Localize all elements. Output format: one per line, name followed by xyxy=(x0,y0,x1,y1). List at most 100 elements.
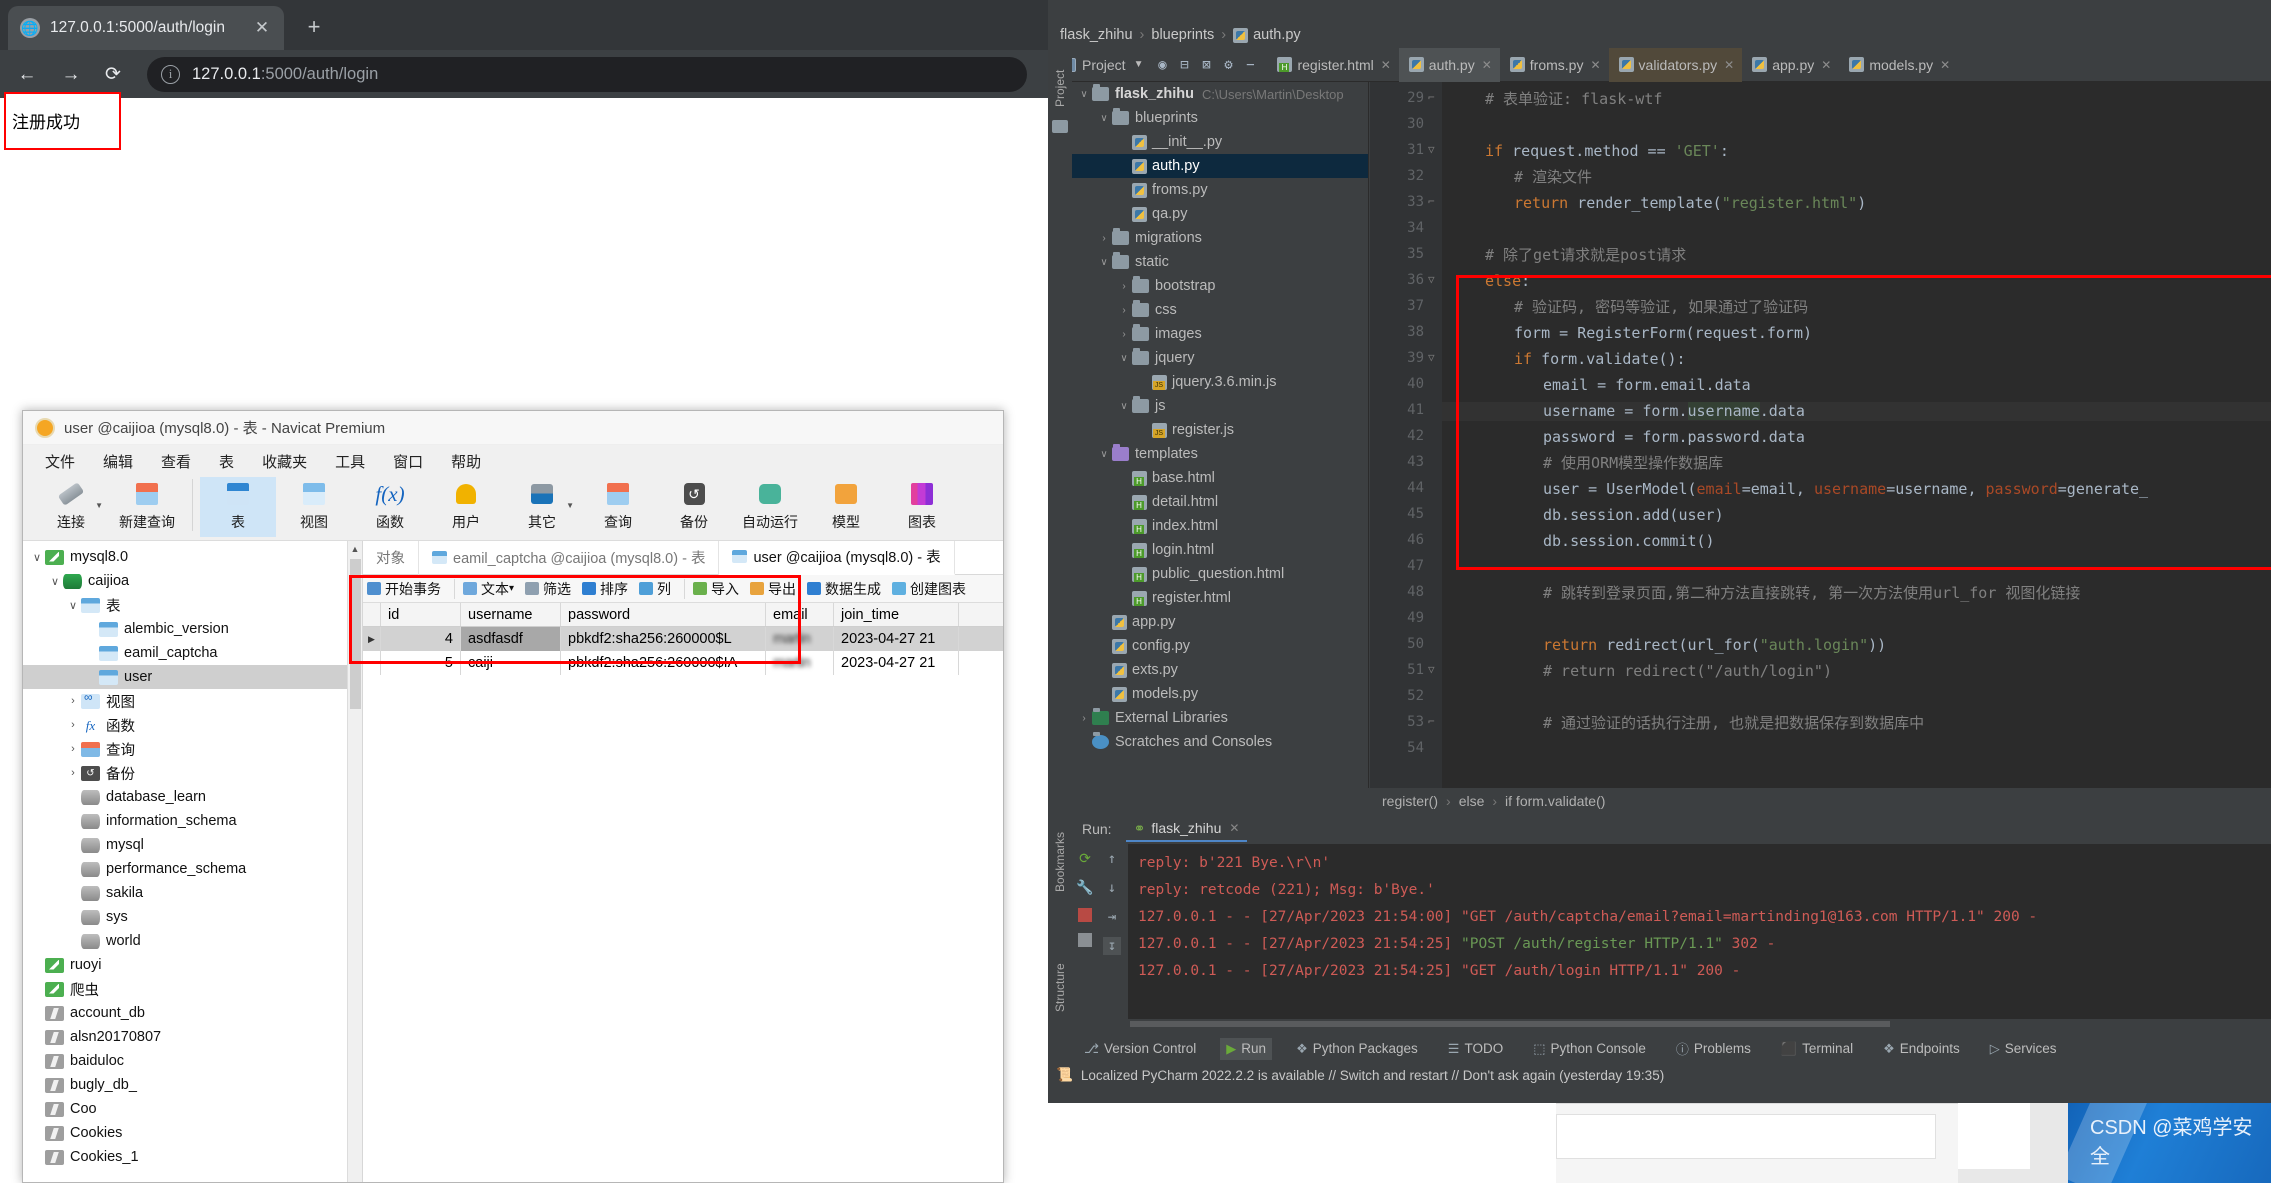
project-strip-label[interactable]: Project xyxy=(1053,47,1067,107)
tree-item-eamil_captcha[interactable]: eamil_captcha xyxy=(23,641,362,665)
chevron-down-icon[interactable]: ▼ xyxy=(1134,59,1144,70)
chevron-right-icon[interactable]: › xyxy=(65,767,81,779)
run-console-hscrollbar[interactable] xyxy=(1128,1019,2271,1028)
project-item-js[interactable]: ∨ js xyxy=(1072,394,1368,418)
tree-item-Coo[interactable]: Coo xyxy=(23,1097,362,1121)
chevron-down-icon[interactable]: ∨ xyxy=(65,599,81,612)
structure-breadcrumb-item[interactable]: if form.validate() xyxy=(1505,793,1605,809)
project-item-register.js[interactable]: register.js xyxy=(1072,418,1368,442)
menu-item-查看[interactable]: 查看 xyxy=(161,451,191,472)
code-line[interactable]: # 跳转到登录页面,第二种方法直接跳转, 第一次方法使用url_for 视图化链… xyxy=(1442,584,2080,603)
grid-tool-文本[interactable]: 文本 ▾ xyxy=(463,579,514,599)
tree-item-sys[interactable]: sys xyxy=(23,905,362,929)
column-header-id[interactable]: id xyxy=(381,603,461,626)
code-line[interactable]: if request.method == 'GET': xyxy=(1442,142,1729,161)
menu-item-窗口[interactable]: 窗口 xyxy=(393,451,423,472)
close-icon[interactable]: ✕ xyxy=(252,18,272,38)
toolbar-button-其它[interactable]: 其它 ▼ xyxy=(504,477,580,537)
project-item-jquery[interactable]: ∨ jquery xyxy=(1072,346,1368,370)
project-item-register.html[interactable]: register.html xyxy=(1072,586,1368,610)
grid-tool-创建图表[interactable]: 创建图表 xyxy=(892,579,966,599)
cell-email[interactable]: martin xyxy=(766,651,834,675)
chevron-down-icon[interactable]: ▼ xyxy=(95,501,103,510)
code-line[interactable] xyxy=(1442,688,1465,707)
chevron-right-icon[interactable]: › xyxy=(65,695,81,707)
collapse-all-icon[interactable]: ⊟ xyxy=(1173,57,1195,73)
tree-item-baiduloc[interactable]: baiduloc xyxy=(23,1049,362,1073)
chevron-right-icon[interactable]: › xyxy=(1096,233,1112,244)
editor-tab-app.py[interactable]: app.py ✕ xyxy=(1742,48,1839,82)
chevron-down-icon[interactable]: ▼ xyxy=(566,501,574,510)
code-line[interactable] xyxy=(1442,610,1465,629)
code-line[interactable]: # return redirect("/auth/login") xyxy=(1442,662,1832,681)
toolbar-button-表[interactable]: 表 xyxy=(200,477,276,537)
toolbar-button-查询[interactable]: 查询 xyxy=(580,477,656,537)
up-arrow-icon[interactable]: ↑ xyxy=(1103,850,1121,868)
chevron-right-icon[interactable]: › xyxy=(65,719,81,731)
code-line[interactable]: # 渲染文件 xyxy=(1442,168,1592,187)
tree-item-函数[interactable]: › fx 函数 xyxy=(23,713,362,737)
object-tab-对象[interactable]: 对象 xyxy=(363,540,419,575)
tree-item-sakila[interactable]: sakila xyxy=(23,881,362,905)
cell-password[interactable]: pbkdf2:sha256:260000$L xyxy=(561,627,766,651)
bottom-tool-Services[interactable]: ▷ Services xyxy=(1984,1038,2063,1060)
code-fold-icon[interactable]: ▽ xyxy=(1428,273,1435,286)
cell-id[interactable]: 5 xyxy=(381,651,461,675)
project-item-bootstrap[interactable]: › bootstrap xyxy=(1072,274,1368,298)
code-line[interactable]: return redirect(url_for("auth.login")) xyxy=(1442,636,1886,655)
cell-username[interactable]: caiji xyxy=(461,651,561,675)
cell-id[interactable]: 4 xyxy=(381,627,461,651)
target-icon[interactable]: ◉ xyxy=(1151,57,1173,73)
address-bar[interactable]: i 127.0.0.1:5000/auth/login xyxy=(147,57,1027,92)
grid-tool-列[interactable]: 列 xyxy=(639,579,671,599)
menu-item-工具[interactable]: 工具 xyxy=(335,451,365,472)
arrow-left-icon[interactable]: ← xyxy=(14,62,40,88)
editor-tab-register.html[interactable]: register.html ✕ xyxy=(1267,48,1398,82)
close-icon[interactable]: ✕ xyxy=(1821,58,1831,72)
cell-join_time[interactable]: 2023-04-27 21 xyxy=(834,627,959,651)
code-fold-icon[interactable]: ▽ xyxy=(1428,663,1435,676)
project-item-froms.py[interactable]: froms.py xyxy=(1072,178,1368,202)
close-icon[interactable]: ✕ xyxy=(1940,58,1950,72)
menu-item-收藏夹[interactable]: 收藏夹 xyxy=(262,451,307,472)
project-item-public_question.html[interactable]: public_question.html xyxy=(1072,562,1368,586)
scroll-up-icon[interactable]: ▲ xyxy=(348,541,362,557)
chevron-down-icon[interactable]: ▾ xyxy=(509,583,514,594)
chevron-down-icon[interactable]: ∨ xyxy=(1096,113,1112,124)
code-line[interactable] xyxy=(1442,116,1465,135)
code-line[interactable]: # 除了get请求就是post请求 xyxy=(1442,246,1686,265)
editor-tab-froms.py[interactable]: froms.py ✕ xyxy=(1500,48,1609,82)
close-icon[interactable]: ✕ xyxy=(1724,58,1734,72)
project-item-static[interactable]: ∨ static xyxy=(1072,250,1368,274)
code-fold-icon[interactable]: ⌐ xyxy=(1428,91,1435,104)
code-fold-icon[interactable]: ⌐ xyxy=(1428,195,1435,208)
project-item-Scratches and Consoles[interactable]: Scratches and Consoles xyxy=(1072,730,1368,754)
tree-item-database_learn[interactable]: database_learn xyxy=(23,785,362,809)
tree-item-ruoyi[interactable]: ruoyi xyxy=(23,953,362,977)
scroll-to-end-icon[interactable]: ↧ xyxy=(1103,937,1121,955)
tree-item-爬虫[interactable]: 爬虫 xyxy=(23,977,362,1001)
tree-item-information_schema[interactable]: information_schema xyxy=(23,809,362,833)
bottom-tool-Endpoints[interactable]: ❖ Endpoints xyxy=(1877,1038,1966,1060)
editor-tab-models.py[interactable]: models.py ✕ xyxy=(1839,48,1958,82)
code-fold-icon[interactable]: ▽ xyxy=(1428,351,1435,364)
tree-item-user[interactable]: user xyxy=(23,665,362,689)
close-icon[interactable]: ✕ xyxy=(1482,58,1492,72)
toolbar-button-图表[interactable]: 图表 xyxy=(884,477,960,537)
chevron-down-icon[interactable]: ∨ xyxy=(1096,257,1112,268)
object-tab-eamil_captcha @caijioa (mysql8.0) - 表[interactable]: eamil_captcha @caijioa (mysql8.0) - 表 xyxy=(419,540,720,575)
close-icon[interactable]: ✕ xyxy=(1590,58,1600,72)
tree-item-performance_schema[interactable]: performance_schema xyxy=(23,857,362,881)
grid-tool-排序[interactable]: 排序 xyxy=(582,579,628,599)
info-circle-icon[interactable]: i xyxy=(161,65,180,84)
column-header-join_time[interactable]: join_time xyxy=(834,603,959,626)
cell-username[interactable]: asdfasdf xyxy=(461,627,561,651)
project-item-detail.html[interactable]: detail.html xyxy=(1072,490,1368,514)
scrollbar-thumb[interactable] xyxy=(350,559,361,709)
project-item-auth.py[interactable]: auth.py xyxy=(1072,154,1368,178)
project-item-templates[interactable]: ∨ templates xyxy=(1072,442,1368,466)
toolbar-button-视图[interactable]: 视图 xyxy=(276,477,352,537)
bottom-tool-TODO[interactable]: ☰ TODO xyxy=(1442,1038,1509,1060)
object-tab-user @caijioa (mysql8.0) - 表[interactable]: user @caijioa (mysql8.0) - 表 xyxy=(719,540,955,575)
chevron-down-icon[interactable]: ∨ xyxy=(1116,401,1132,412)
